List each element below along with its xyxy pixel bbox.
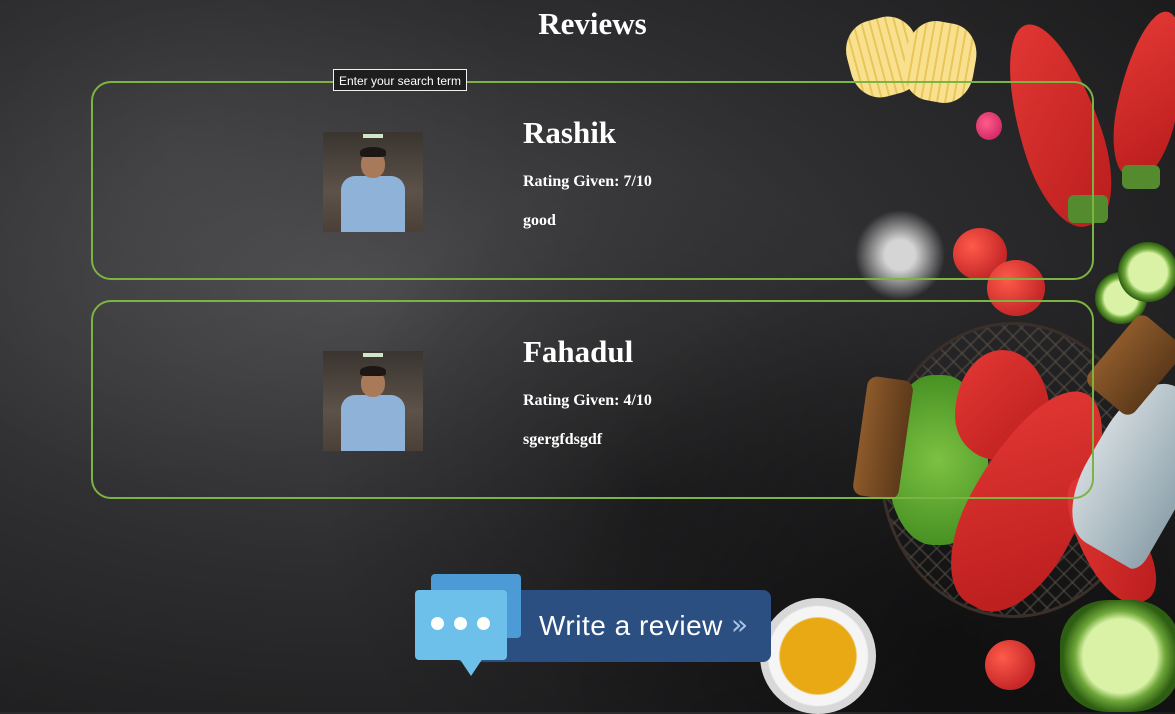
chat-dot bbox=[454, 617, 467, 630]
review-comment: good bbox=[523, 212, 556, 229]
oil-bowl bbox=[760, 598, 876, 714]
review-rating: Rating Given: 7/10 bbox=[523, 173, 652, 190]
search-tooltip: Enter your search term bbox=[333, 69, 467, 91]
write-review-button[interactable]: Write a review » bbox=[415, 574, 773, 678]
avatar bbox=[323, 351, 423, 451]
avatar bbox=[323, 132, 423, 232]
cucumber-slice bbox=[1118, 242, 1175, 302]
reviewer-name: Fahadul bbox=[523, 334, 634, 369]
review-card: Rashik Rating Given: 7/10 good bbox=[91, 81, 1094, 280]
chat-dot bbox=[477, 617, 490, 630]
write-review-label: Write a review bbox=[539, 610, 723, 641]
chat-dot bbox=[431, 617, 444, 630]
page-title: Reviews bbox=[538, 6, 647, 41]
chat-bubble-tail bbox=[459, 658, 483, 676]
review-comment: sgergfdsgdf bbox=[523, 431, 603, 448]
pepper-stem bbox=[1122, 165, 1160, 189]
review-rating: Rating Given: 4/10 bbox=[523, 392, 652, 409]
review-card: Fahadul Rating Given: 4/10 sgergfdsgdf bbox=[91, 300, 1094, 499]
tomato-image bbox=[985, 640, 1035, 690]
reviewer-name: Rashik bbox=[523, 115, 617, 150]
double-chevron-right-icon: » bbox=[731, 608, 749, 641]
cucumber-image bbox=[1060, 600, 1175, 712]
